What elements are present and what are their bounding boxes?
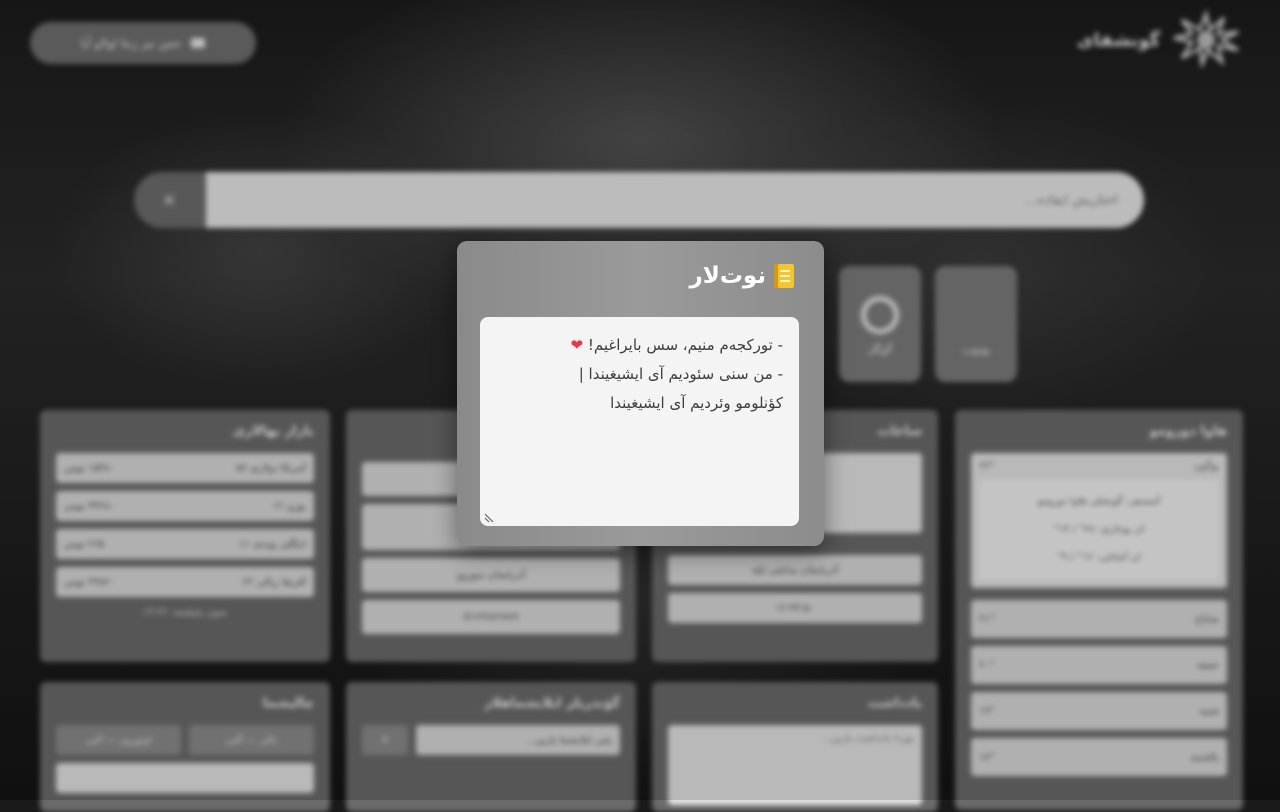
notes-modal-title: نوت‌لار: [689, 263, 766, 289]
note-line: کؤنلومو وئردیم آی ایشیغیندا: [610, 394, 783, 412]
resize-handle-icon[interactable]: [484, 513, 494, 523]
notebook-icon: [774, 264, 794, 288]
note-line: - من سنی سئودیم آی ایشیغیندا |: [578, 365, 783, 383]
notes-modal-header: نوت‌لار: [689, 263, 794, 289]
note-line: - تورکجه‌م منیم، سس بایراغیم! ❤: [570, 336, 784, 354]
heart-icon: ❤: [570, 336, 584, 354]
notes-modal: نوت‌لار - تورکجه‌م منیم، سس بایراغیم! ❤ …: [457, 241, 824, 546]
notes-textarea[interactable]: - تورکجه‌م منیم، سس بایراغیم! ❤ - من سنی…: [480, 317, 799, 526]
